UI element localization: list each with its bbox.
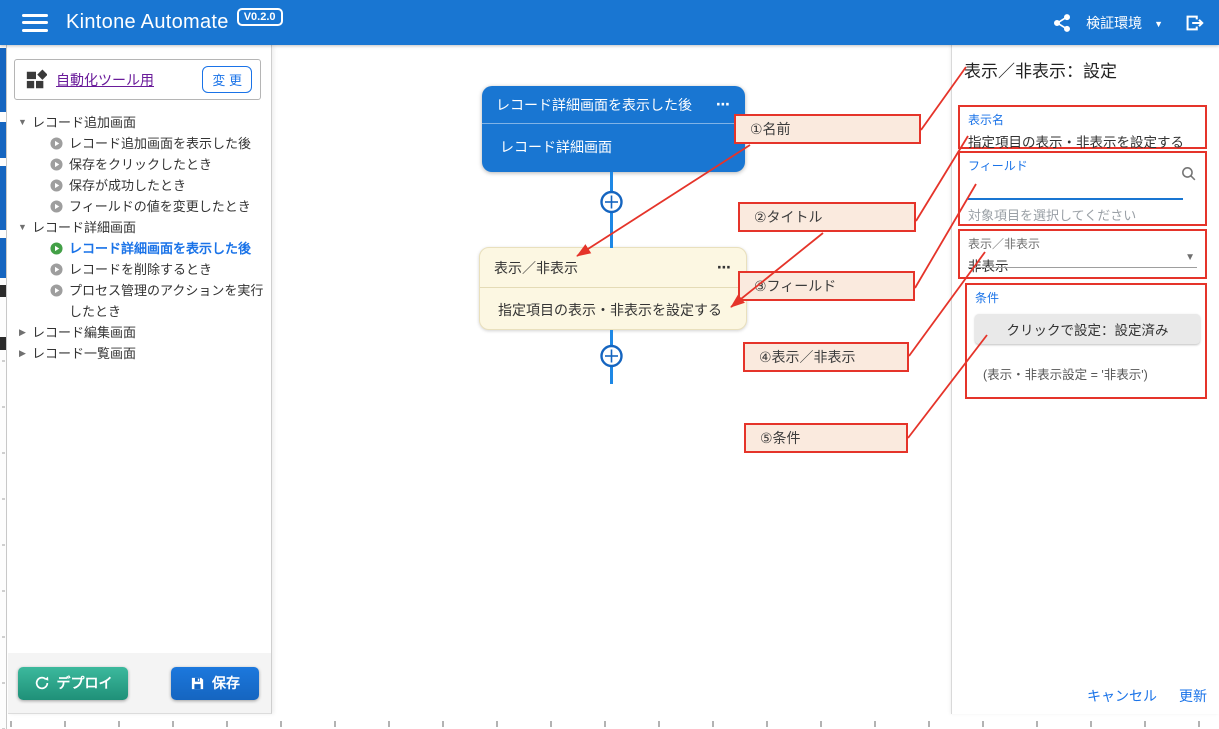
condition-section: 条件 クリックで設定：設定済み (表示・非表示設定 = '非表示'): [965, 283, 1207, 399]
condition-expression: (表示・非表示設定 = '非表示'): [983, 364, 1197, 383]
annotation-title: ②タイトル: [738, 202, 916, 232]
tree-item[interactable]: レコード追加画面を表示した後: [8, 133, 271, 154]
environment-selector[interactable]: 検証環境: [1086, 13, 1142, 33]
tree-item-active[interactable]: レコード詳細画面を表示した後: [8, 238, 271, 259]
event-icon: [50, 158, 63, 171]
visibility-select[interactable]: 表示／非表示 非表示 ▼: [958, 229, 1207, 279]
app-selector: 自動化ツール用 変 更: [14, 59, 261, 100]
annotation-condition: ⑤条件: [744, 423, 908, 453]
caret-right-icon: ▶: [16, 343, 29, 364]
event-icon: [50, 200, 63, 213]
tree-item[interactable]: 保存をクリックしたとき: [8, 154, 271, 175]
share-icon[interactable]: [1052, 13, 1072, 33]
sidebar: 自動化ツール用 変 更 ▼ レコード追加画面 レコード追加画面を表示した後 保存…: [8, 45, 272, 714]
condition-label: 条件: [975, 289, 1197, 306]
tree-item[interactable]: レコードを削除するとき: [8, 259, 271, 280]
cancel-button[interactable]: キャンセル: [1087, 686, 1157, 706]
event-icon-active: [50, 242, 63, 255]
app-header: Kintone Automate V0.2.0 検証環境 ▼: [0, 0, 1219, 45]
flow-node-trigger[interactable]: レコード詳細画面を表示した後 ⋯ レコード詳細画面: [482, 86, 745, 172]
field-label: フィールド: [968, 157, 1197, 174]
tree-group-record-detail[interactable]: ▼ レコード詳細画面: [8, 217, 271, 238]
logout-icon[interactable]: [1183, 12, 1205, 34]
field-selector: フィールド 対象項目を選択してください: [958, 151, 1207, 226]
tree-group-record-edit[interactable]: ▶ レコード編集画面: [8, 322, 271, 343]
more-options-icon[interactable]: ⋯: [717, 259, 732, 276]
change-app-button[interactable]: 変 更: [202, 66, 252, 93]
app-title: Kintone Automate: [66, 11, 229, 34]
caret-right-icon: ▶: [16, 322, 29, 343]
app-grid-icon: [25, 69, 47, 91]
app-name-link[interactable]: 自動化ツール用: [56, 70, 154, 90]
update-button[interactable]: 更新: [1179, 686, 1207, 706]
version-badge: V0.2.0: [237, 8, 283, 26]
tree-item[interactable]: 保存が成功したとき: [8, 175, 271, 196]
event-icon: [50, 137, 63, 150]
sync-icon: [34, 675, 50, 691]
annotation-visibility: ④表示／非表示: [743, 342, 909, 372]
action-node-subtitle: 指定項目の表示・非表示を設定する: [480, 288, 746, 320]
caret-down-icon: ▼: [16, 112, 29, 133]
display-name-value[interactable]: 指定項目の表示・非表示を設定する: [968, 131, 1197, 151]
kintone-automate-window: Kintone Automate V0.2.0 検証環境 ▼: [0, 0, 1219, 729]
condition-configure-button[interactable]: クリックで設定：設定済み: [975, 314, 1200, 344]
deploy-button[interactable]: デプロイ: [18, 667, 128, 700]
tree-item[interactable]: プロセス管理のアクションを実行したとき: [8, 280, 271, 322]
caret-down-icon: ▼: [16, 217, 29, 238]
settings-panel: 表示／非表示：設定 表示名 指定項目の表示・非表示を設定する フィールド 対象項…: [951, 45, 1219, 714]
event-icon: [50, 263, 63, 276]
display-name-label: 表示名: [968, 111, 1197, 128]
display-name-field: 表示名 指定項目の表示・非表示を設定する: [958, 105, 1207, 149]
tree-group-record-list[interactable]: ▶ レコード一覧画面: [8, 343, 271, 364]
event-icon: [50, 179, 63, 192]
trigger-node-subtitle: レコード詳細画面: [482, 124, 745, 157]
search-icon[interactable]: [1180, 165, 1197, 187]
panel-title: 表示／非表示：設定: [964, 57, 1207, 82]
floppy-save-icon: [190, 676, 205, 691]
event-tree: ▼ レコード追加画面 レコード追加画面を表示した後 保存をクリックしたとき 保存…: [8, 110, 271, 364]
dropdown-arrow-icon[interactable]: ▼: [1185, 252, 1195, 263]
save-button[interactable]: 保存: [171, 667, 259, 700]
sidebar-footer: デプロイ 保存: [8, 653, 271, 713]
annotation-name: ①名前: [734, 114, 921, 144]
field-search-input[interactable]: [968, 176, 1183, 200]
flow-node-action[interactable]: 表示／非表示 ⋯ 指定項目の表示・非表示を設定する: [479, 247, 747, 330]
tree-group-record-add[interactable]: ▼ レコード追加画面: [8, 112, 271, 133]
tree-item[interactable]: フィールドの値を変更したとき: [8, 196, 271, 217]
action-node-title: 表示／非表示: [494, 258, 578, 278]
more-options-icon[interactable]: ⋯: [716, 96, 731, 113]
hamburger-menu-icon[interactable]: [22, 14, 48, 32]
bottom-ruler-ticks: [10, 721, 1215, 727]
chevron-down-icon[interactable]: ▼: [1154, 19, 1163, 29]
trigger-node-title: レコード詳細画面を表示した後: [496, 95, 692, 115]
visibility-value[interactable]: 非表示: [968, 255, 1197, 275]
window-edge-scroll-strip: [0, 45, 7, 729]
field-helper-text: 対象項目を選択してください: [968, 205, 1197, 224]
event-icon: [50, 284, 63, 297]
annotation-field: ③フィールド: [738, 271, 915, 301]
visibility-label: 表示／非表示: [968, 235, 1197, 252]
